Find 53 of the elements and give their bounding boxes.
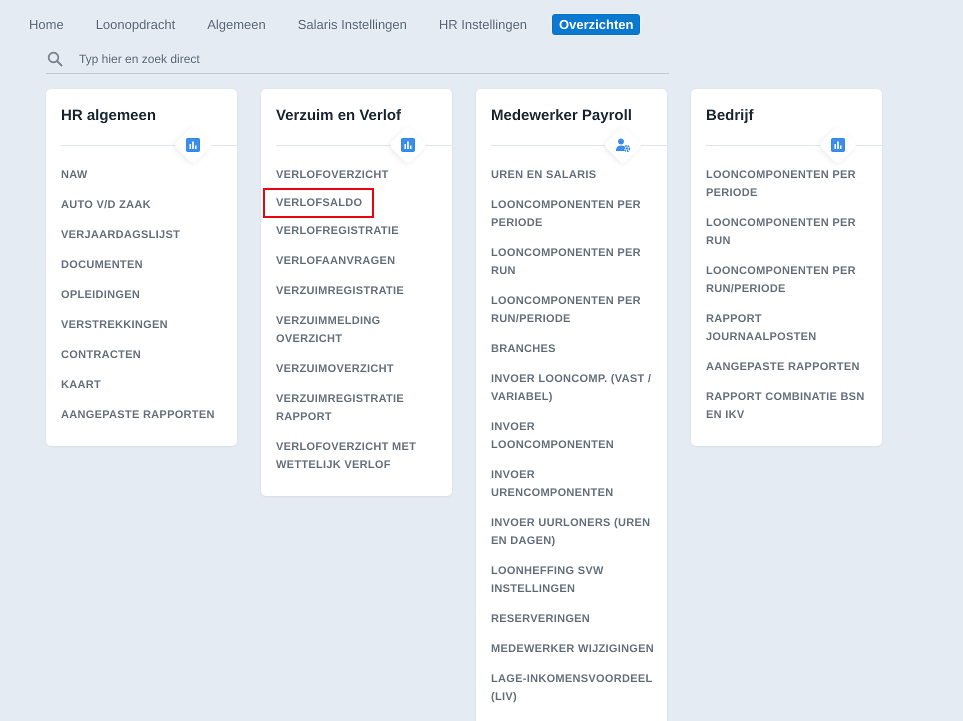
report-link[interactable]: VERLOFAANVRAGEN bbox=[276, 252, 396, 270]
report-link[interactable]: RAPPORT COMBINATIE BSN EN IKV bbox=[706, 388, 872, 424]
card-title: HR algemeen bbox=[61, 107, 158, 126]
report-link[interactable]: VERLOFOVERZICHT bbox=[276, 166, 389, 184]
report-link[interactable]: VERLOFSALDO bbox=[265, 190, 372, 216]
card-title: Verzuim en Verlof bbox=[276, 107, 402, 126]
card-title: Medewerker Payroll bbox=[491, 107, 633, 126]
report-link[interactable]: AANGEPASTE RAPPORTEN bbox=[61, 406, 215, 424]
user-gear-icon bbox=[616, 138, 630, 152]
report-link[interactable]: RAPPORT JOURNAALPOSTEN bbox=[706, 310, 872, 346]
report-link[interactable]: INVOER URENCOMPONENTEN bbox=[491, 466, 657, 502]
report-link[interactable]: INVOER LOONCOMP. (VAST / VARIABEL) bbox=[491, 370, 657, 406]
report-link[interactable]: VERZUIMREGISTRATIE bbox=[276, 282, 404, 300]
report-link[interactable]: VERZUIMOVERZICHT bbox=[276, 360, 394, 378]
report-link[interactable]: RESERVERINGEN bbox=[491, 610, 590, 628]
nav-tab[interactable]: Overzichten bbox=[552, 14, 640, 35]
search-input[interactable]: Typ hier en zoek direct bbox=[77, 51, 669, 67]
nav-tab[interactable]: HR Instellingen bbox=[432, 14, 534, 35]
search-icon bbox=[47, 51, 63, 67]
nav-tab[interactable]: Salaris Instellingen bbox=[290, 14, 414, 35]
nav-tab[interactable]: Home bbox=[22, 14, 71, 35]
report-link[interactable]: VERLOFREGISTRATIE bbox=[276, 222, 399, 240]
report-link[interactable]: LOONCOMPONENTEN PER RUN/PERIODE bbox=[706, 262, 872, 298]
report-link[interactable]: INVOER UURLONERS (UREN EN DAGEN) bbox=[491, 514, 657, 550]
report-link[interactable]: OPLEIDINGEN bbox=[61, 286, 140, 304]
report-link[interactable]: LOONCOMPONENTEN PER RUN bbox=[706, 214, 872, 250]
report-link[interactable]: LAGE-INKOMENSVOORDEEL (LIV) bbox=[491, 670, 657, 706]
report-link[interactable]: UREN EN SALARIS bbox=[491, 166, 596, 184]
report-link[interactable]: LOONHEFFING SVW INSTELLINGEN bbox=[491, 562, 657, 598]
report-link[interactable]: LOONCOMPONENTEN PER RUN bbox=[491, 244, 657, 280]
report-link[interactable]: AUTO V/D ZAAK bbox=[61, 196, 151, 214]
report-link[interactable]: KAART bbox=[61, 376, 101, 394]
report-link[interactable]: VERZUIMREGISTRATIE RAPPORT bbox=[276, 390, 442, 426]
report-link[interactable]: CONTRACTEN bbox=[61, 346, 141, 364]
report-link[interactable]: LOONCOMPONENTEN PER PERIODE bbox=[491, 196, 657, 232]
report-link[interactable]: INVOER LOONCOMPONENTEN bbox=[491, 418, 657, 454]
report-link[interactable]: VERSTREKKINGEN bbox=[61, 316, 168, 334]
nav-tab[interactable]: Algemeen bbox=[200, 14, 273, 35]
report-link[interactable]: MEDEWERKER WIJZIGINGEN bbox=[491, 640, 654, 658]
report-link[interactable]: NAW bbox=[61, 166, 88, 184]
nav-tab[interactable]: Loonopdracht bbox=[88, 14, 182, 35]
report-link[interactable]: LOONCOMPONENTEN PER PERIODE bbox=[706, 166, 872, 202]
report-link[interactable]: AANGEPASTE RAPPORTEN bbox=[706, 358, 860, 376]
bar-chart-icon bbox=[186, 138, 200, 152]
report-link[interactable]: VERLOFOVERZICHT MET WETTELIJK VERLOF bbox=[276, 438, 442, 474]
card-title: Bedrijf bbox=[706, 107, 755, 126]
bar-chart-icon bbox=[401, 138, 415, 152]
report-link[interactable]: LOONCOMPONENTEN PER RUN/PERIODE bbox=[491, 292, 657, 328]
report-link[interactable]: VERJAARDAGSLIJST bbox=[61, 226, 180, 244]
report-link[interactable]: VERZUIMMELDING OVERZICHT bbox=[276, 312, 442, 348]
bar-chart-icon bbox=[831, 138, 845, 152]
report-link[interactable]: DOCUMENTEN bbox=[61, 256, 143, 274]
report-link[interactable]: BRANCHES bbox=[491, 340, 556, 358]
